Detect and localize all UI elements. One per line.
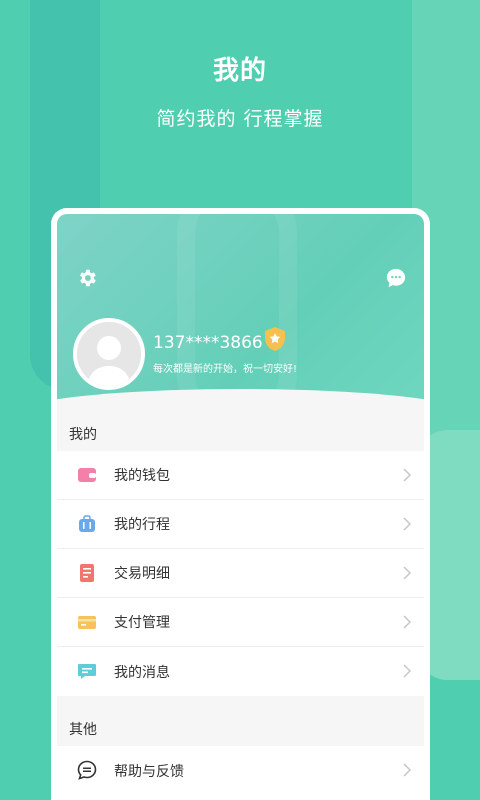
section-title-mine: 我的 [69, 427, 97, 443]
list-item-messages[interactable]: 我的消息 [57, 647, 424, 696]
chevron-right-icon [403, 763, 412, 777]
hero-subtitle: 简约我的 行程掌握 [156, 108, 324, 130]
verified-shield-icon [262, 326, 288, 352]
chevron-right-icon [403, 517, 412, 531]
list-item-label: 我的消息 [114, 664, 170, 681]
chat-bubble-icon[interactable] [384, 266, 408, 290]
chevron-right-icon [403, 566, 412, 580]
hero-title: 我的 [212, 56, 267, 86]
phone-frame: 137****3866 每次都是新的开始，祝一切安好! 我的 我的钱包 我的行程… [51, 208, 430, 800]
chevron-right-icon [403, 664, 412, 678]
list-item-help-feedback[interactable]: 帮助与反馈 [57, 746, 424, 795]
other-list: 帮助与反馈 [57, 746, 424, 800]
profile-screen: 137****3866 每次都是新的开始，祝一切安好! 我的 我的钱包 我的行程… [57, 214, 424, 800]
user-phone-number: 137****3866 [153, 333, 263, 353]
list-item-transactions[interactable]: 交易明细 [57, 549, 424, 598]
gear-icon[interactable] [75, 266, 99, 290]
list-item-label: 帮助与反馈 [114, 763, 184, 780]
list-item-label: 交易明细 [114, 566, 170, 582]
list-item-wallet[interactable]: 我的钱包 [57, 451, 424, 500]
chevron-right-icon [403, 468, 412, 482]
list-item-payment[interactable]: 支付管理 [57, 598, 424, 647]
message-icon [78, 664, 96, 679]
user-motto: 每次都是新的开始，祝一切安好! [153, 364, 298, 375]
chevron-right-icon [403, 615, 412, 629]
wallet-icon [78, 468, 96, 482]
suitcase-icon [79, 515, 95, 532]
card-icon [78, 616, 96, 629]
list-item-label: 我的钱包 [114, 468, 170, 484]
default-avatar-icon [77, 322, 141, 386]
feedback-icon [77, 760, 97, 780]
avatar[interactable] [73, 318, 145, 390]
list-item-label: 我的行程 [114, 517, 170, 533]
list-item-trips[interactable]: 我的行程 [57, 500, 424, 549]
profile-header: 137****3866 每次都是新的开始，祝一切安好! [57, 214, 424, 434]
receipt-icon [80, 564, 94, 582]
list-item-label: 支付管理 [114, 615, 170, 631]
section-title-other: 其他 [69, 722, 97, 738]
mine-list: 我的钱包 我的行程 交易明细 支付管理 我的消息 [57, 451, 424, 696]
